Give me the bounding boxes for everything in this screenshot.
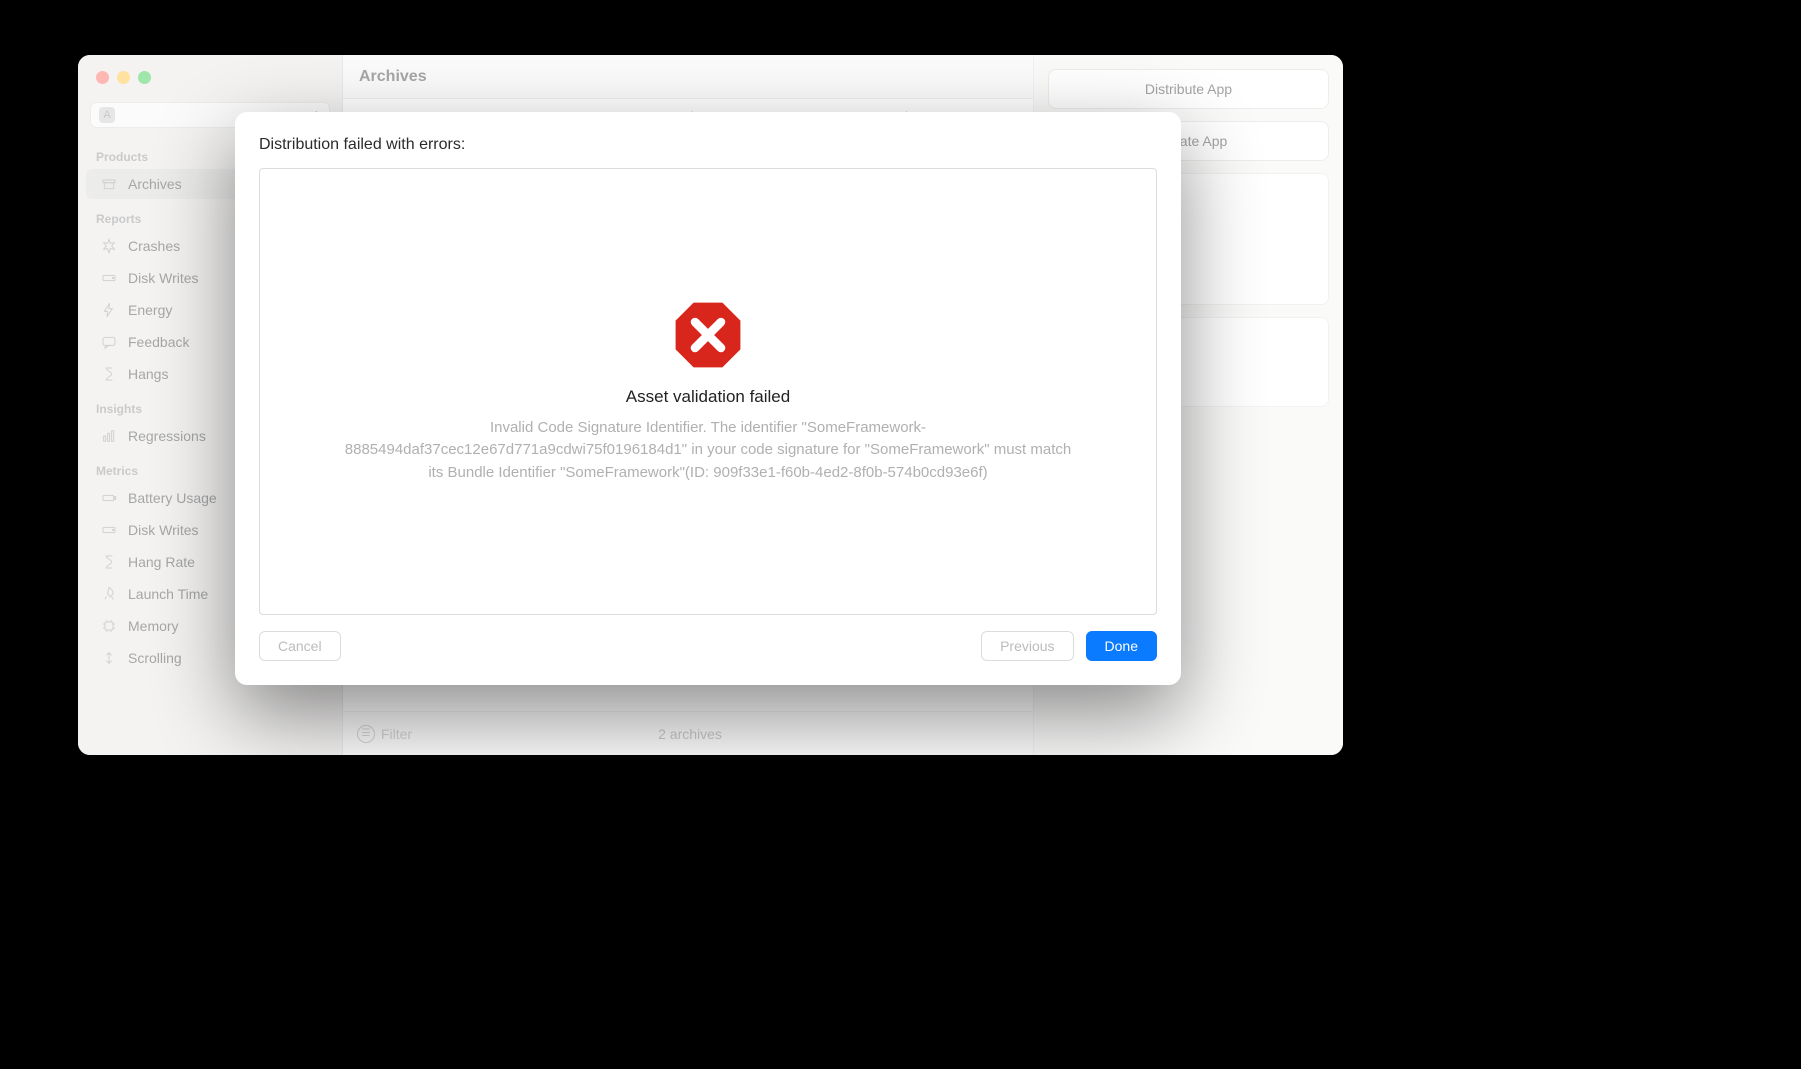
battery-icon	[100, 489, 118, 507]
error-message: Invalid Code Signature Identifier. The i…	[338, 417, 1078, 485]
sidebar-item-label: Launch Time	[128, 586, 208, 602]
bars-icon	[100, 427, 118, 445]
done-button[interactable]: Done	[1086, 631, 1157, 661]
hourglass-icon	[100, 553, 118, 571]
page-title: Archives	[343, 55, 1033, 99]
error-stop-icon	[672, 299, 744, 371]
rocket-icon	[100, 585, 118, 603]
sidebar-item-label: Disk Writes	[128, 270, 199, 286]
sidebar-item-label: Regressions	[128, 428, 206, 444]
dialog-body: Asset validation failed Invalid Code Sig…	[259, 168, 1157, 615]
cancel-button[interactable]: Cancel	[259, 631, 341, 661]
filter-field[interactable]: ☰ Filter	[357, 725, 412, 743]
app-store-icon: A	[99, 107, 115, 123]
sidebar-item-label: Archives	[128, 176, 182, 192]
hourglass-icon	[100, 365, 118, 383]
sidebar-item-label: Disk Writes	[128, 522, 199, 538]
chip-icon	[100, 617, 118, 635]
sidebar-item-label: Feedback	[128, 334, 189, 350]
bolt-icon	[100, 301, 118, 319]
disk-icon	[100, 521, 118, 539]
sidebar-item-label: Crashes	[128, 238, 180, 254]
filter-icon: ☰	[357, 725, 375, 743]
minimize-window-button[interactable]	[117, 71, 130, 84]
close-window-button[interactable]	[96, 71, 109, 84]
filter-placeholder: Filter	[381, 726, 412, 742]
sidebar-item-label: Scrolling	[128, 650, 182, 666]
button-label: Cancel	[278, 638, 322, 654]
dialog-title: Distribution failed with errors:	[259, 136, 1157, 154]
button-label: Distribute App	[1145, 81, 1232, 97]
sidebar-item-label: Hangs	[128, 366, 168, 382]
zoom-window-button[interactable]	[138, 71, 151, 84]
chat-icon	[100, 333, 118, 351]
distribute-app-button[interactable]: Distribute App	[1048, 69, 1329, 109]
sidebar-item-label: Hang Rate	[128, 554, 195, 570]
sidebar-item-label: Energy	[128, 302, 172, 318]
footer-bar: ☰ Filter 2 archives	[343, 711, 1033, 755]
sidebar-item-label: Memory	[128, 618, 179, 634]
previous-button[interactable]: Previous	[981, 631, 1073, 661]
dialog-button-row: Cancel Previous Done	[259, 615, 1157, 661]
archive-count: 2 archives	[428, 726, 1019, 742]
error-heading: Asset validation failed	[626, 387, 790, 407]
window-controls	[78, 67, 342, 102]
distribution-error-dialog: Distribution failed with errors: Asset v…	[235, 112, 1181, 685]
disk-icon	[100, 269, 118, 287]
button-label: Previous	[1000, 638, 1054, 654]
sidebar-item-label: Battery Usage	[128, 490, 217, 506]
crash-icon	[100, 237, 118, 255]
button-label: Done	[1105, 638, 1138, 654]
scroll-icon	[100, 649, 118, 667]
archive-icon	[100, 175, 118, 193]
